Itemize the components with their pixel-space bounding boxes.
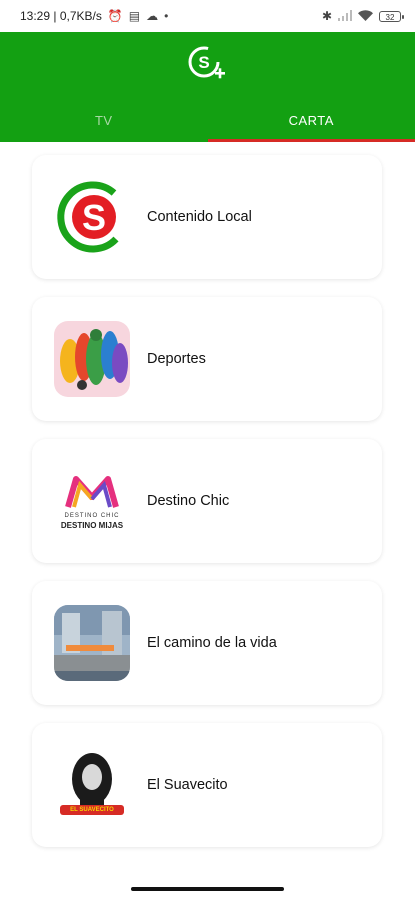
list-item-contenido-local[interactable]: S Contenido Local: [32, 155, 382, 279]
tab-carta[interactable]: CARTA: [207, 98, 415, 142]
alarm-icon: ⏰: [107, 9, 123, 23]
message-icon: ▤: [128, 9, 141, 23]
list-item-el-camino-de-la-vida[interactable]: El camino de la vida: [32, 581, 382, 705]
list-item-destino-chic[interactable]: DESTINO CHIC DESTINO MIJAS Destino Chic: [32, 439, 382, 563]
list-item-label: El camino de la vida: [147, 635, 277, 651]
svg-text:S: S: [198, 53, 209, 72]
wifi-icon: [358, 9, 373, 23]
app-header: S TV CARTA: [0, 32, 415, 142]
list-item-label: Destino Chic: [147, 493, 230, 509]
signal-icon: [338, 9, 352, 23]
status-right: ✱ 32: [321, 9, 404, 23]
destino-chic-tagline: DESTINO CHIC: [64, 513, 120, 519]
destino-mijas-tagline: DESTINO MIJAS: [60, 521, 124, 530]
list-item-label: Contenido Local: [147, 209, 252, 225]
destino-chic-thumbnail: DESTINO CHIC DESTINO MIJAS: [54, 463, 130, 539]
svg-text:S: S: [82, 197, 106, 238]
list-item-label: Deportes: [147, 351, 206, 367]
contenido-local-thumbnail: S: [54, 179, 130, 255]
suavecito-logo-text: EL SUAVECITO: [70, 807, 114, 813]
tab-carta-label: CARTA: [288, 112, 334, 128]
dot-icon: •: [164, 9, 169, 23]
status-time: 13:29 | 0,7KB/s: [20, 9, 102, 23]
tab-tv[interactable]: TV: [0, 98, 208, 142]
battery-level: 32: [385, 12, 395, 22]
home-indicator[interactable]: [131, 887, 284, 891]
status-left: 13:29 | 0,7KB/s ⏰ ▤ ☁ •: [20, 9, 168, 23]
status-bar: 13:29 | 0,7KB/s ⏰ ▤ ☁ • ✱ 32: [0, 0, 415, 32]
tab-bar: TV CARTA: [0, 98, 415, 142]
tab-tv-label: TV: [94, 112, 113, 128]
list-item-deportes[interactable]: Deportes: [32, 297, 382, 421]
battery-icon: 32: [379, 10, 404, 22]
app-logo-icon: S: [186, 44, 228, 86]
el-camino-de-la-vida-thumbnail: [54, 605, 130, 681]
cloud-icon: ☁: [146, 9, 159, 23]
bluetooth-icon: ✱: [321, 9, 332, 23]
el-suavecito-thumbnail: EL SUAVECITO: [54, 747, 130, 823]
list-item-label: El Suavecito: [147, 777, 228, 793]
deportes-thumbnail: [54, 321, 130, 397]
list-item-el-suavecito[interactable]: EL SUAVECITO El Suavecito: [32, 723, 382, 847]
